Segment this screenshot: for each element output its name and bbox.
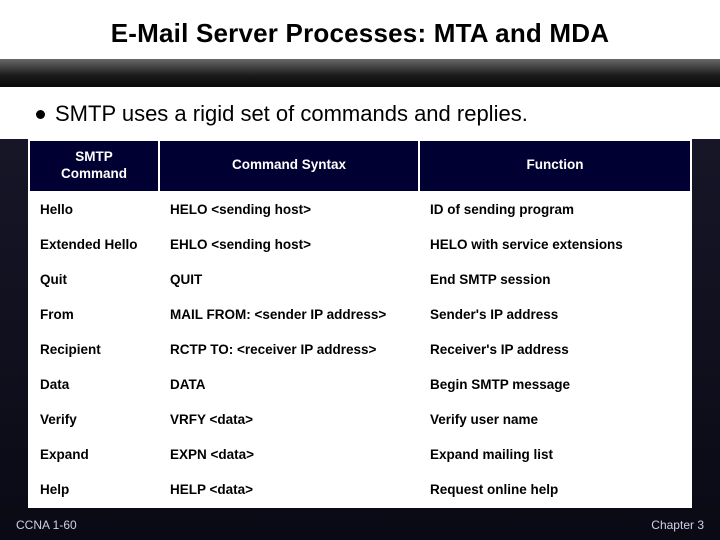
footer-left: CCNA 1-60 [16, 518, 77, 532]
cell-function: Request online help [419, 472, 691, 507]
cell-function: End SMTP session [419, 262, 691, 297]
bullet-text: SMTP uses a rigid set of commands and re… [55, 101, 528, 127]
cell-command: Extended Hello [29, 227, 159, 262]
cell-syntax: EHLO <sending host> [159, 227, 419, 262]
slide: E-Mail Server Processes: MTA and MDA SMT… [0, 0, 720, 540]
table-row: FromMAIL FROM: <sender IP address>Sender… [29, 297, 691, 332]
cell-syntax: HELP <data> [159, 472, 419, 507]
cell-syntax: HELO <sending host> [159, 192, 419, 227]
cell-syntax: DATA [159, 367, 419, 402]
cell-command: Quit [29, 262, 159, 297]
table-row: DataDATABegin SMTP message [29, 367, 691, 402]
cell-syntax: EXPN <data> [159, 437, 419, 472]
header-command-syntax: Command Syntax [159, 140, 419, 192]
cell-syntax: RCTP TO: <receiver IP address> [159, 332, 419, 367]
table-body: HelloHELO <sending host>ID of sending pr… [29, 192, 691, 507]
bullet-dot-icon [36, 110, 45, 119]
table-row: HelloHELO <sending host>ID of sending pr… [29, 192, 691, 227]
cell-syntax: VRFY <data> [159, 402, 419, 437]
cell-function: Sender's IP address [419, 297, 691, 332]
cell-command: Verify [29, 402, 159, 437]
table-row: ExpandEXPN <data>Expand mailing list [29, 437, 691, 472]
header-smtp-command: SMTP Command [29, 140, 159, 192]
smtp-table: SMTP Command Command Syntax Function Hel… [28, 139, 692, 508]
cell-command: Expand [29, 437, 159, 472]
header-function: Function [419, 140, 691, 192]
page-title: E-Mail Server Processes: MTA and MDA [0, 0, 720, 59]
cell-command: Help [29, 472, 159, 507]
table-container: SMTP Command Command Syntax Function Hel… [0, 139, 720, 508]
cell-function: HELO with service extensions [419, 227, 691, 262]
cell-syntax: MAIL FROM: <sender IP address> [159, 297, 419, 332]
cell-command: Data [29, 367, 159, 402]
cell-function: ID of sending program [419, 192, 691, 227]
table-row: HelpHELP <data>Request online help [29, 472, 691, 507]
table-row: Extended HelloEHLO <sending host>HELO wi… [29, 227, 691, 262]
cell-function: Receiver's IP address [419, 332, 691, 367]
table-row: VerifyVRFY <data>Verify user name [29, 402, 691, 437]
footer: CCNA 1-60 Chapter 3 [16, 518, 704, 532]
cell-function: Verify user name [419, 402, 691, 437]
table-header-row: SMTP Command Command Syntax Function [29, 140, 691, 192]
table-row: RecipientRCTP TO: <receiver IP address>R… [29, 332, 691, 367]
cell-command: Hello [29, 192, 159, 227]
cell-function: Begin SMTP message [419, 367, 691, 402]
cell-command: From [29, 297, 159, 332]
cell-function: Expand mailing list [419, 437, 691, 472]
cell-syntax: QUIT [159, 262, 419, 297]
divider-bar [0, 59, 720, 87]
table-row: QuitQUITEnd SMTP session [29, 262, 691, 297]
footer-right: Chapter 3 [651, 518, 704, 532]
cell-command: Recipient [29, 332, 159, 367]
bullet-item: SMTP uses a rigid set of commands and re… [0, 87, 720, 139]
